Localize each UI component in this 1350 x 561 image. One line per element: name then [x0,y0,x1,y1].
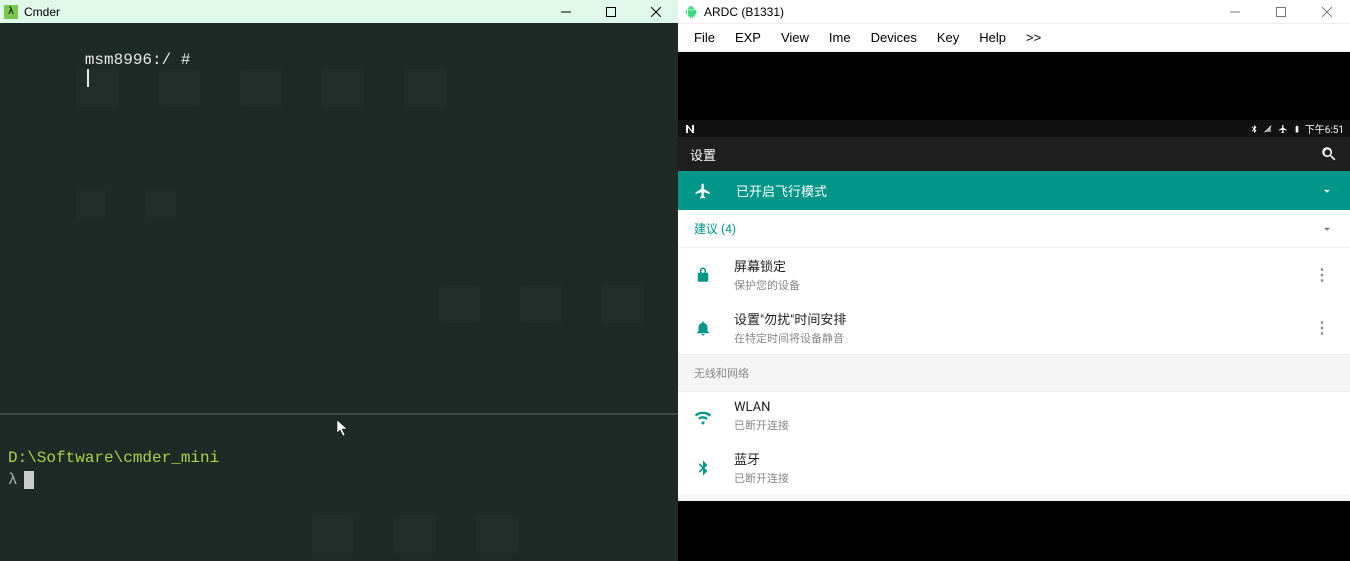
suggestion-title: 屏幕锁定 [734,256,1310,275]
menu-ime[interactable]: Ime [819,26,861,49]
cmder-cwd: D:\Software\cmder_mini [8,449,670,467]
ardc-titlebar[interactable]: ARDC (B1331) [678,0,1350,24]
ardc-window: ARDC (B1331) File EXP View Ime Devices K… [678,0,1350,561]
section-wireless-header: 无线和网络 [678,355,1350,392]
menu-view[interactable]: View [771,26,819,49]
wifi-icon [694,408,734,426]
more-icon[interactable]: ⋮ [1310,265,1334,284]
bluetooth-icon [1249,124,1259,134]
close-button[interactable] [633,0,678,23]
minimize-button[interactable] [543,0,588,23]
android-screen[interactable]: 下午6:51 设置 已开启飞行模式 [678,120,1350,501]
ardc-viewport: 下午6:51 设置 已开启飞行模式 [678,52,1350,561]
menu-key[interactable]: Key [927,26,969,49]
cmder-window: λ Cmder msm8996:/ # [0,0,678,561]
suggestions-label: 建议 (4) [694,220,736,237]
more-icon[interactable]: ⋮ [1310,318,1334,337]
setting-item-wlan[interactable]: WLAN 已断开连接 [678,392,1350,441]
close-button[interactable] [1304,0,1350,24]
pane-divider[interactable] [0,413,678,415]
status-icons [1249,124,1301,134]
menu-help[interactable]: Help [969,26,1016,49]
chevron-down-icon[interactable] [1320,184,1334,198]
cmder-body[interactable]: msm8996:/ # D:\Software\cmder_mini λ [0,23,678,561]
minimize-button[interactable] [1212,0,1258,24]
lock-icon [694,266,734,284]
search-icon[interactable] [1320,145,1338,163]
menu-devices[interactable]: Devices [861,26,927,49]
wlan-title: WLAN [734,400,1334,415]
airplane-icon [694,182,712,200]
cmder-title: Cmder [24,5,60,19]
block-cursor-icon [24,471,34,489]
suggestion-screen-lock[interactable]: 屏幕锁定 保护您的设备 ⋮ [678,248,1350,301]
cursor-pointer-icon [336,419,350,437]
cmder-pane-bottom[interactable]: D:\Software\cmder_mini λ [0,445,678,493]
cmder-top-prompt: msm8996:/ # [85,51,191,69]
setting-item-bluetooth[interactable]: 蓝牙 已断开连接 [678,441,1350,494]
ardc-menubar: File EXP View Ime Devices Key Help >> [678,24,1350,52]
cmder-logo-icon: λ [4,5,18,19]
menu-exp[interactable]: EXP [725,26,771,49]
status-clock: 下午6:51 [1305,121,1344,136]
cmder-bottom-prompt: λ [8,471,18,489]
ardc-title: ARDC (B1331) [704,5,784,19]
cmder-titlebar[interactable]: λ Cmder [0,0,678,23]
no-sim-icon [1263,124,1273,134]
appbar-title: 设置 [690,145,716,164]
settings-appbar: 设置 [678,137,1350,171]
chevron-down-icon[interactable] [1320,222,1334,236]
menu-more[interactable]: >> [1016,26,1051,49]
suggestion-dnd-schedule[interactable]: 设置"勿扰"时间安排 在特定时间将设备静音 ⋮ [678,301,1350,355]
bluetooth-title: 蓝牙 [734,449,1334,468]
suggestion-subtitle: 在特定时间将设备静音 [734,330,1310,346]
android-icon [684,5,698,19]
cursor-icon [87,69,89,87]
suggestion-title: 设置"勿扰"时间安排 [734,309,1310,328]
airplane-banner[interactable]: 已开启飞行模式 [678,171,1350,210]
suggestion-subtitle: 保护您的设备 [734,277,1310,293]
android-n-icon [684,123,696,135]
maximize-button[interactable] [1258,0,1304,24]
airplane-banner-text: 已开启飞行模式 [736,181,827,200]
menu-file[interactable]: File [684,26,725,49]
wlan-subtitle: 已断开连接 [734,417,1334,433]
android-statusbar[interactable]: 下午6:51 [678,120,1350,137]
bluetooth-subtitle: 已断开连接 [734,470,1334,486]
airplane-mode-icon [1277,124,1289,134]
suggestions-header[interactable]: 建议 (4) [678,210,1350,248]
cmder-pane-top[interactable]: msm8996:/ # [0,23,678,413]
battery-icon [1293,124,1301,134]
maximize-button[interactable] [588,0,633,23]
bluetooth-icon [694,459,734,477]
bell-icon [694,319,734,337]
